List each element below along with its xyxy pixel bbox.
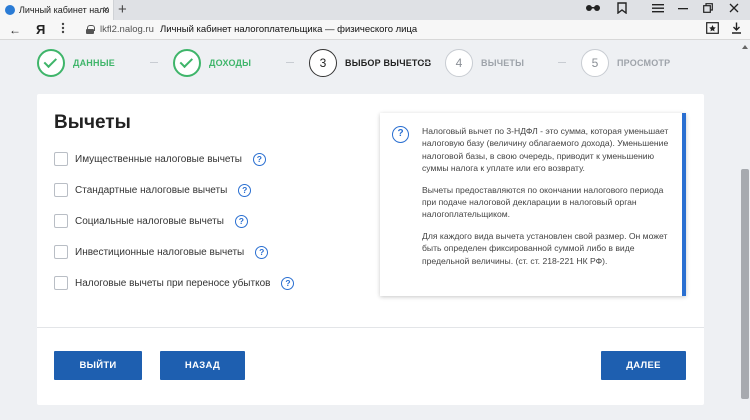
menu-dots-icon[interactable] (56, 22, 70, 39)
option-property-deductions[interactable]: Имущественные налоговые вычеты ? (54, 151, 266, 167)
step-number: 3 (309, 49, 337, 77)
url-page-title[interactable]: Личный кабинет налогоплательщика — физич… (160, 24, 417, 36)
browser-tab[interactable]: Личный кабинет налогоплательщика × (0, 0, 114, 20)
step-separator (422, 62, 430, 63)
tab-title: Личный кабинет налогоплательщика (19, 5, 109, 15)
step-done-check-icon (37, 49, 65, 77)
help-icon[interactable]: ? (234, 214, 248, 228)
bookmark-icon[interactable] (614, 2, 630, 19)
step-deductions: 4 ВЫЧЕТЫ (445, 48, 524, 78)
back-button[interactable]: НАЗАД (160, 351, 245, 380)
step-preview: 5 ПРОСМОТР (581, 48, 670, 78)
divider (37, 327, 704, 328)
loss-carryforward-deductions-checkbox[interactable] (54, 276, 68, 290)
step-label: ВЫЧЕТЫ (481, 58, 525, 68)
close-icon[interactable] (726, 2, 742, 18)
option-loss-carryforward-deductions[interactable]: Налоговые вычеты при переносе убытков ? (54, 275, 295, 291)
option-label[interactable]: Налоговые вычеты при переносе убытков (75, 278, 270, 289)
option-social-deductions[interactable]: Социальные налоговые вычеты ? (54, 213, 248, 229)
social-deductions-checkbox[interactable] (54, 214, 68, 228)
exit-button[interactable]: ВЫЙТИ (54, 351, 142, 380)
step-separator (150, 62, 158, 63)
step-number: 5 (581, 49, 609, 77)
step-number: 4 (445, 49, 473, 77)
info-paragraph: Налоговый вычет по 3-НДФЛ - это сумма, к… (422, 126, 669, 174)
step-income[interactable]: ДОХОДЫ (173, 48, 251, 78)
investment-deductions-checkbox[interactable] (54, 245, 68, 259)
help-icon[interactable]: ? (255, 245, 269, 259)
option-investment-deductions[interactable]: Инвестиционные налоговые вычеты ? (54, 244, 269, 260)
help-icon[interactable]: ? (281, 276, 295, 290)
info-text: Налоговый вычет по 3-НДФЛ - это сумма, к… (422, 125, 672, 276)
question-circle-icon: ? (392, 126, 409, 143)
step-separator (286, 62, 294, 63)
address-bar: ← Я lkfl2.nalog.ru Личный кабинет налого… (0, 20, 750, 40)
step-label: ВЫБОР ВЫЧЕТОВ (345, 58, 432, 68)
option-label[interactable]: Социальные налоговые вычеты (75, 216, 224, 227)
page-scrollbar[interactable] (740, 41, 750, 420)
help-icon[interactable]: ? (252, 152, 266, 166)
option-label[interactable]: Инвестиционные налоговые вычеты (75, 247, 244, 258)
step-data[interactable]: ДАННЫЕ (37, 48, 115, 78)
menu-icon[interactable] (650, 2, 666, 18)
page-title: Вычеты (54, 112, 131, 133)
nalog-favicon-icon (5, 5, 15, 15)
step-label: ПРОСМОТР (617, 58, 671, 68)
back-arrow-icon[interactable]: ← (8, 22, 22, 38)
new-tab-icon[interactable]: + (118, 1, 127, 19)
step-label: ДОХОДЫ (209, 58, 252, 68)
step-done-check-icon (173, 49, 201, 77)
minimize-icon[interactable] (675, 2, 691, 18)
glasses-icon[interactable] (585, 2, 601, 18)
scrollbar-thumb[interactable] (741, 169, 749, 399)
lock-icon[interactable] (86, 25, 95, 34)
restore-icon[interactable] (700, 2, 716, 18)
step-separator (558, 62, 566, 63)
deductions-card: Вычеты Имущественные налоговые вычеты ? … (37, 94, 704, 405)
property-deductions-checkbox[interactable] (54, 152, 68, 166)
scroll-up-arrow-icon[interactable] (742, 45, 748, 49)
info-paragraph: Вычеты предоставляются по окончании нало… (422, 184, 664, 220)
step-label: ДАННЫЕ (73, 58, 115, 68)
url-domain[interactable]: lkfl2.nalog.ru (100, 24, 154, 36)
help-icon[interactable]: ? (238, 183, 252, 197)
option-standard-deductions[interactable]: Стандартные налоговые вычеты ? (54, 182, 252, 198)
option-label[interactable]: Стандартные налоговые вычеты (75, 185, 227, 196)
next-button[interactable]: ДАЛЕЕ (601, 351, 686, 380)
progress-stepper: ДАННЫЕ ДОХОДЫ 3 ВЫБОР ВЫЧЕТОВ 4 ВЫЧЕТЫ 5… (0, 41, 740, 93)
yandex-logo-icon[interactable]: Я (36, 21, 45, 39)
download-icon[interactable] (729, 22, 743, 38)
tab-close-icon[interactable]: × (103, 3, 109, 17)
info-paragraph: Для каждого вида вычета установлен свой … (422, 230, 668, 266)
browser-tab-bar: Личный кабинет налогоплательщика × + (0, 0, 750, 20)
step-choose-deductions[interactable]: 3 ВЫБОР ВЫЧЕТОВ (309, 48, 431, 78)
bookmark-star-icon[interactable] (705, 22, 719, 38)
standard-deductions-checkbox[interactable] (54, 183, 68, 197)
option-label[interactable]: Имущественные налоговые вычеты (75, 154, 242, 165)
info-panel: ? Налоговый вычет по 3-НДФЛ - это сумма,… (380, 113, 686, 296)
